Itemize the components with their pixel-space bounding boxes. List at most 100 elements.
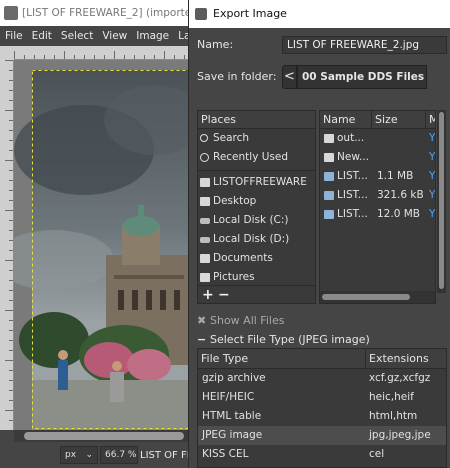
- file-type-row[interactable]: HTML table html,htm: [198, 407, 446, 426]
- ruler-tick: [9, 290, 13, 291]
- export-image-dialog: Export Image Name: LIST OF FREEWARE_2.jp…: [188, 0, 450, 468]
- place-label: Local Disk (C:): [213, 214, 289, 226]
- file-type-name: gzip archive: [202, 372, 266, 384]
- drive-icon: [200, 237, 210, 243]
- filename-input[interactable]: LIST OF FREEWARE_2.jpg: [282, 36, 447, 54]
- folder-icon: [324, 134, 334, 143]
- file-name: out...: [337, 132, 365, 144]
- folder-back-button[interactable]: <: [282, 65, 297, 89]
- ruler-tick: [9, 380, 13, 381]
- place-label: Documents: [213, 252, 273, 264]
- ruler-tick: [5, 410, 13, 411]
- remove-bookmark-button[interactable]: −: [218, 286, 230, 304]
- place-documents[interactable]: Documents: [198, 249, 315, 268]
- drive-icon: [200, 218, 210, 224]
- ruler-tick: [5, 260, 13, 261]
- dialog-title: Export Image: [213, 7, 287, 20]
- show-all-files-toggle[interactable]: ✖ Show All Files: [197, 314, 284, 327]
- file-type-ext: cel: [369, 448, 385, 460]
- ruler-tick: [9, 340, 13, 341]
- file-list-vscroll-thumb[interactable]: [439, 112, 444, 289]
- place-label: Local Disk (D:): [213, 233, 290, 245]
- column-size-header[interactable]: Size: [372, 111, 426, 129]
- file-type-name: KISS CEL: [202, 448, 249, 460]
- file-row[interactable]: LIST... 321.6 kB Y: [320, 186, 435, 205]
- ruler-tick: [9, 300, 13, 301]
- file-type-row[interactable]: gzip archive xcf.gz,xcfgz: [198, 369, 446, 388]
- file-size: 321.6 kB: [377, 189, 424, 201]
- add-bookmark-button[interactable]: +: [202, 286, 214, 304]
- gimp-window-title: [LIST OF FREEWARE_2] (imported)-1.0: [22, 7, 190, 19]
- canvas-scroll-thumb[interactable]: [24, 432, 184, 440]
- place-recently-used[interactable]: Recently Used: [198, 148, 315, 167]
- places-header[interactable]: Places: [198, 111, 315, 129]
- places-footer: + −: [198, 285, 315, 303]
- dialog-titlebar[interactable]: Export Image: [189, 0, 450, 28]
- unit-select[interactable]: px ⌄: [60, 446, 98, 464]
- ruler-tick: [9, 170, 13, 171]
- ruler-tick: [9, 120, 13, 121]
- file-name: New...: [337, 151, 369, 163]
- folder-path-button[interactable]: 00 Sample DDS Files: [297, 65, 427, 89]
- ruler-tick: [9, 270, 13, 271]
- ruler-corner: [0, 46, 14, 60]
- ruler-tick: [9, 150, 13, 151]
- ruler-tick: [14, 51, 15, 59]
- file-list-vertical-scrollbar[interactable]: [437, 110, 446, 293]
- menu-select[interactable]: Select: [56, 26, 97, 46]
- column-modified-header[interactable]: M: [426, 111, 435, 129]
- menu-file[interactable]: File: [0, 26, 27, 46]
- place-local-disk-d[interactable]: Local Disk (D:): [198, 230, 315, 249]
- file-type-row[interactable]: HEIF/HEIC heic,heif: [198, 388, 446, 407]
- collapse-icon: −: [197, 333, 207, 346]
- file-type-name: HTML table: [202, 410, 262, 422]
- folder-icon: [324, 153, 334, 162]
- image-file-icon: [324, 172, 334, 181]
- file-type-name: JPEG image: [202, 429, 263, 441]
- zoom-select[interactable]: 66.7 %: [100, 446, 138, 464]
- file-type-row-selected[interactable]: JPEG image jpg,jpeg,jpe: [198, 426, 446, 445]
- places-sidebar: Places Search Recently Used LISTOFFREEWA…: [197, 110, 316, 304]
- file-row[interactable]: LIST... 12.0 MB Y: [320, 205, 435, 224]
- menu-edit[interactable]: Edit: [27, 26, 56, 46]
- file-row[interactable]: LIST... 1.1 MB Y: [320, 167, 435, 186]
- search-icon: [200, 134, 208, 142]
- column-name-header[interactable]: Name: [320, 111, 372, 129]
- ruler-tick: [9, 200, 13, 201]
- place-label: Pictures: [213, 271, 255, 283]
- ruler-tick: [9, 230, 13, 231]
- file-row[interactable]: out... Y: [320, 129, 435, 148]
- horizontal-ruler[interactable]: [14, 46, 190, 60]
- gimp-titlebar[interactable]: [LIST OF FREEWARE_2] (imported)-1.0: [0, 0, 190, 26]
- ruler-tick: [5, 210, 13, 211]
- extensions-column-header[interactable]: Extensions: [366, 349, 446, 369]
- ruler-tick: [104, 55, 105, 59]
- file-type-name: HEIF/HEIC: [202, 391, 255, 403]
- image-file-icon: [324, 210, 334, 219]
- file-type-row[interactable]: KISS CEL cel: [198, 445, 446, 464]
- ruler-tick: [5, 60, 13, 61]
- place-listoffreeware[interactable]: LISTOFFREEWARE: [198, 173, 315, 192]
- image-canvas[interactable]: [14, 60, 190, 430]
- select-file-type-expander[interactable]: − Select File Type (JPEG image): [197, 333, 370, 346]
- gimp-app-icon: [4, 6, 18, 20]
- canvas-horizontal-scrollbar[interactable]: [14, 430, 190, 442]
- file-row[interactable]: New... Y: [320, 148, 435, 167]
- ruler-tick: [114, 51, 115, 59]
- ruler-tick: [24, 55, 25, 59]
- ruler-tick: [9, 240, 13, 241]
- place-desktop[interactable]: Desktop: [198, 192, 315, 211]
- ruler-tick: [54, 55, 55, 59]
- ruler-tick: [9, 140, 13, 141]
- file-list-horizontal-scrollbar[interactable]: [320, 291, 435, 303]
- menu-image[interactable]: Image: [131, 26, 173, 46]
- menu-view[interactable]: View: [97, 26, 131, 46]
- file-list-scroll-thumb[interactable]: [322, 294, 410, 300]
- ruler-tick: [5, 360, 13, 361]
- place-local-disk-c[interactable]: Local Disk (C:): [198, 211, 315, 230]
- place-search[interactable]: Search: [198, 129, 315, 148]
- ruler-tick: [9, 100, 13, 101]
- file-type-column-header[interactable]: File Type: [198, 349, 366, 369]
- vertical-ruler[interactable]: [0, 60, 14, 430]
- place-label: LISTOFFREEWARE: [213, 176, 307, 188]
